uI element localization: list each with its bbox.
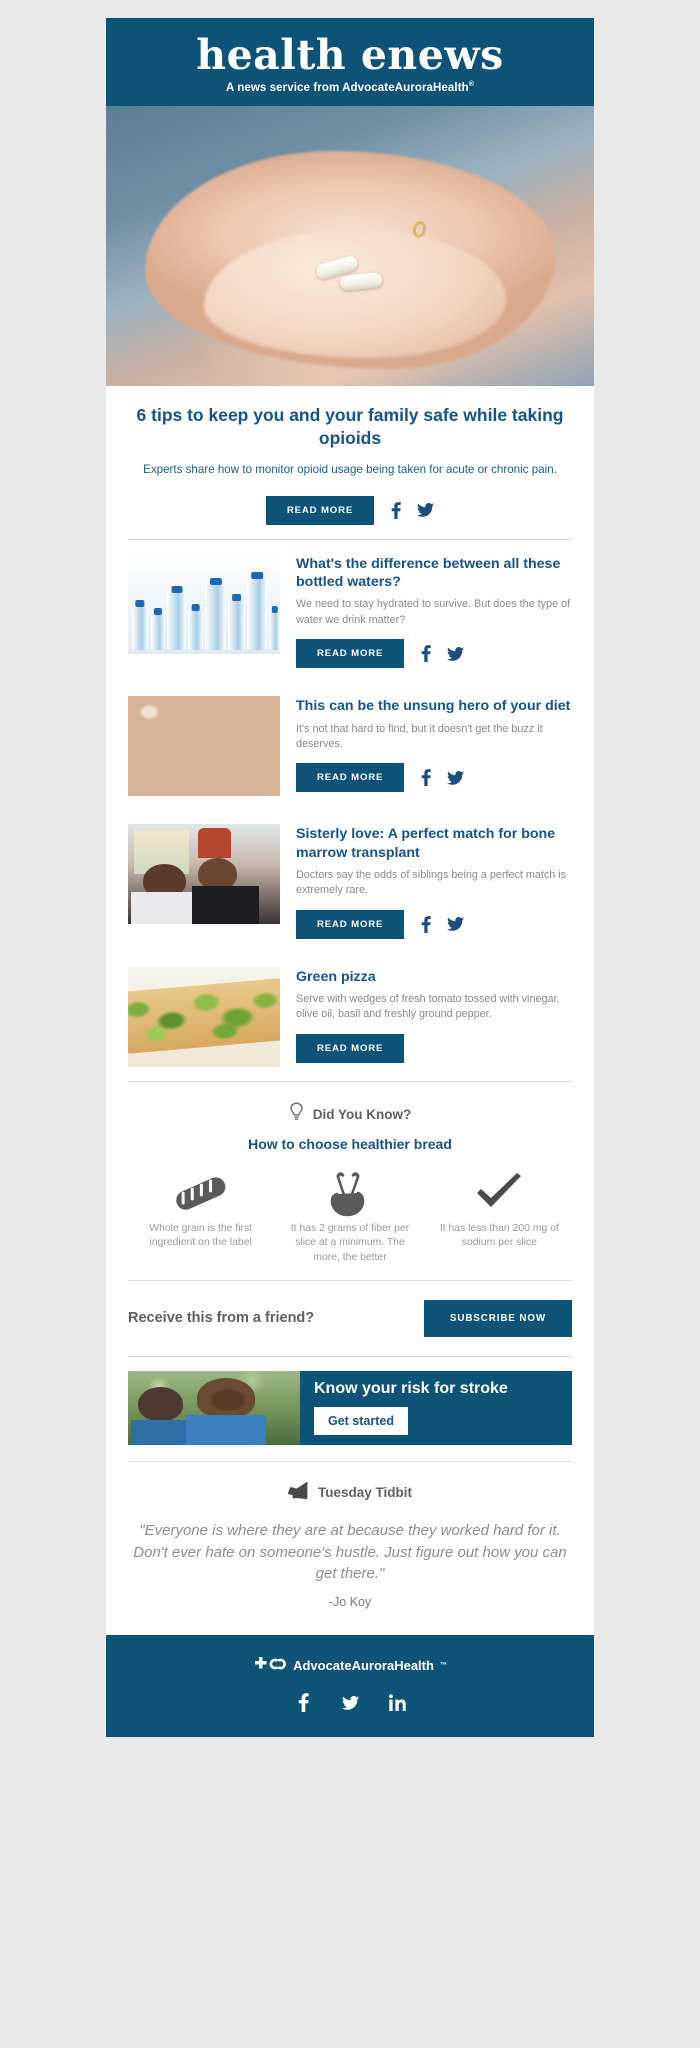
- article-cta-row: READ MORE: [296, 909, 572, 939]
- checkmark-icon: [427, 1166, 572, 1222]
- lightbulb-icon: [289, 1102, 304, 1127]
- facebook-icon[interactable]: [417, 769, 434, 787]
- tidbit-author: -Jo Koy: [328, 1595, 372, 1610]
- article-description: Doctors say the odds of siblings being a…: [296, 869, 567, 897]
- fact-text: It has 2 grams of fiber per slice at a m…: [290, 1222, 410, 1264]
- beans-illustration: [128, 696, 280, 797]
- fact-item: It has less than 200 mg of sodium per sl…: [427, 1166, 572, 1266]
- article-description: It's not that hard to find, but it doesn…: [296, 722, 543, 750]
- bread-loaf-icon: [128, 1166, 273, 1222]
- get-started-button[interactable]: Get started: [314, 1407, 408, 1436]
- list-item: What's the difference between all these …: [128, 540, 572, 683]
- fact-text: Whole grain is the first ingredient on t…: [149, 1222, 253, 1249]
- masthead-title: health enews: [196, 31, 504, 79]
- footer-brand: AdvocateAuroraHealth: [293, 1658, 434, 1674]
- list-item: Sisterly love: A perfect match for bone …: [128, 810, 572, 953]
- feature-cta-row: READ MORE: [128, 495, 572, 525]
- feature-description: Experts share how to monitor opioid usag…: [143, 462, 557, 476]
- article-thumbnail-bottled-water[interactable]: [128, 553, 280, 654]
- article-thumbnail-green-pizza[interactable]: [128, 966, 280, 1067]
- article-title[interactable]: Sisterly love: A perfect match for bone …: [296, 825, 572, 862]
- email-page: health enews A news service from Advocat…: [0, 0, 700, 2048]
- article-read-more-button[interactable]: READ MORE: [296, 1033, 405, 1063]
- article-description: Serve with wedges of fresh tomato tossed…: [296, 993, 560, 1021]
- fact-list: Whole grain is the first ingredient on t…: [128, 1166, 572, 1266]
- promo-title: Know your risk for stroke: [314, 1380, 508, 1398]
- article-cta-row: READ MORE: [296, 639, 572, 669]
- twitter-icon[interactable]: [417, 502, 435, 519]
- subscribe-prompt: Receive this from a friend?: [128, 1310, 315, 1327]
- masthead-trademark: ®: [468, 81, 475, 89]
- masthead: health enews A news service from Advocat…: [106, 18, 594, 106]
- stroke-risk-promo: Know your risk for stroke Get started: [128, 1370, 572, 1445]
- footer-social-links: [106, 1693, 594, 1713]
- bottled-water-illustration: [128, 553, 280, 654]
- twitter-icon[interactable]: [447, 645, 465, 662]
- article-read-more-button[interactable]: READ MORE: [296, 763, 405, 793]
- article-title[interactable]: What's the difference between all these …: [296, 555, 572, 592]
- feature-read-more-button[interactable]: READ MORE: [265, 495, 375, 525]
- email-container: health enews A news service from Advocat…: [106, 18, 594, 1738]
- facebook-icon[interactable]: [417, 645, 434, 663]
- did-you-know-section: Did You Know? How to choose healthier br…: [106, 1082, 594, 1280]
- twitter-icon[interactable]: [447, 916, 465, 933]
- masthead-subtitle: A news service from AdvocateAuroraHealth…: [106, 81, 594, 94]
- hero-image[interactable]: [106, 105, 594, 386]
- peace-hand-icon: [277, 1166, 422, 1222]
- fact-text: It has less than 200 mg of sodium per sl…: [439, 1222, 559, 1249]
- twitter-icon[interactable]: [341, 1694, 359, 1711]
- article-cta-row: READ MORE: [296, 763, 572, 793]
- masthead-brand: AdvocateAuroraHealth: [342, 81, 469, 94]
- subscribe-section: Receive this from a friend? SUBSCRIBE NO…: [106, 1281, 594, 1356]
- pizza-illustration: [128, 966, 280, 1067]
- list-item: Green pizza Serve with wedges of fresh t…: [128, 953, 572, 1081]
- feature-title[interactable]: 6 tips to keep you and your family safe …: [128, 404, 572, 451]
- sisters-illustration: [128, 824, 280, 925]
- promo-body: Know your risk for stroke Get started: [300, 1370, 572, 1445]
- twitter-icon[interactable]: [447, 769, 465, 786]
- tidbit-label: Tuesday Tidbit: [317, 1485, 412, 1501]
- article-body: What's the difference between all these …: [296, 554, 572, 669]
- promo-image: [128, 1370, 300, 1445]
- did-you-know-header: Did You Know?: [128, 1102, 572, 1127]
- facebook-icon[interactable]: [295, 1693, 312, 1713]
- article-read-more-button[interactable]: READ MORE: [296, 639, 405, 669]
- article-read-more-button[interactable]: READ MORE: [296, 909, 405, 939]
- did-you-know-title: How to choose healthier bread: [248, 1135, 452, 1152]
- feature-article: 6 tips to keep you and your family safe …: [106, 386, 594, 539]
- linkedin-icon[interactable]: [388, 1694, 406, 1712]
- article-body: Green pizza Serve with wedges of fresh t…: [296, 967, 572, 1067]
- article-body: This can be the unsung hero of your diet…: [296, 696, 572, 796]
- promo-section: Know your risk for stroke Get started: [106, 1357, 594, 1461]
- tidbit-quote: "Everyone is where they are at because t…: [133, 1521, 567, 1583]
- footer-trademark: ™: [439, 1662, 447, 1670]
- article-thumbnail-black-eyed-peas[interactable]: [128, 696, 280, 797]
- article-body: Sisterly love: A perfect match for bone …: [296, 824, 572, 939]
- facebook-icon[interactable]: [387, 501, 404, 519]
- megaphone-icon: [288, 1482, 309, 1504]
- fact-item: Whole grain is the first ingredient on t…: [128, 1166, 273, 1266]
- article-title[interactable]: This can be the unsung hero of your diet: [296, 697, 572, 715]
- masthead-subtitle-prefix: A news service from: [225, 81, 343, 94]
- article-title[interactable]: Green pizza: [296, 968, 572, 986]
- advocate-aurora-logo-icon: [253, 1657, 287, 1674]
- footer-logo: AdvocateAuroraHealth ™: [106, 1657, 594, 1674]
- did-you-know-label: Did You Know?: [312, 1106, 412, 1122]
- footer: AdvocateAuroraHealth ™: [106, 1635, 594, 1738]
- article-list: What's the difference between all these …: [106, 540, 594, 1081]
- facebook-icon[interactable]: [417, 915, 434, 933]
- tidbit-header: Tuesday Tidbit: [132, 1482, 568, 1504]
- list-item: This can be the unsung hero of your diet…: [128, 682, 572, 810]
- fact-item: It has 2 grams of fiber per slice at a m…: [277, 1166, 422, 1266]
- article-description: We need to stay hydrated to survive. But…: [296, 598, 571, 626]
- article-cta-row: READ MORE: [296, 1033, 572, 1063]
- subscribe-now-button[interactable]: SUBSCRIBE NOW: [423, 1299, 572, 1337]
- article-thumbnail-sisters[interactable]: [128, 824, 280, 925]
- tidbit-section: Tuesday Tidbit "Everyone is where they a…: [106, 1462, 594, 1635]
